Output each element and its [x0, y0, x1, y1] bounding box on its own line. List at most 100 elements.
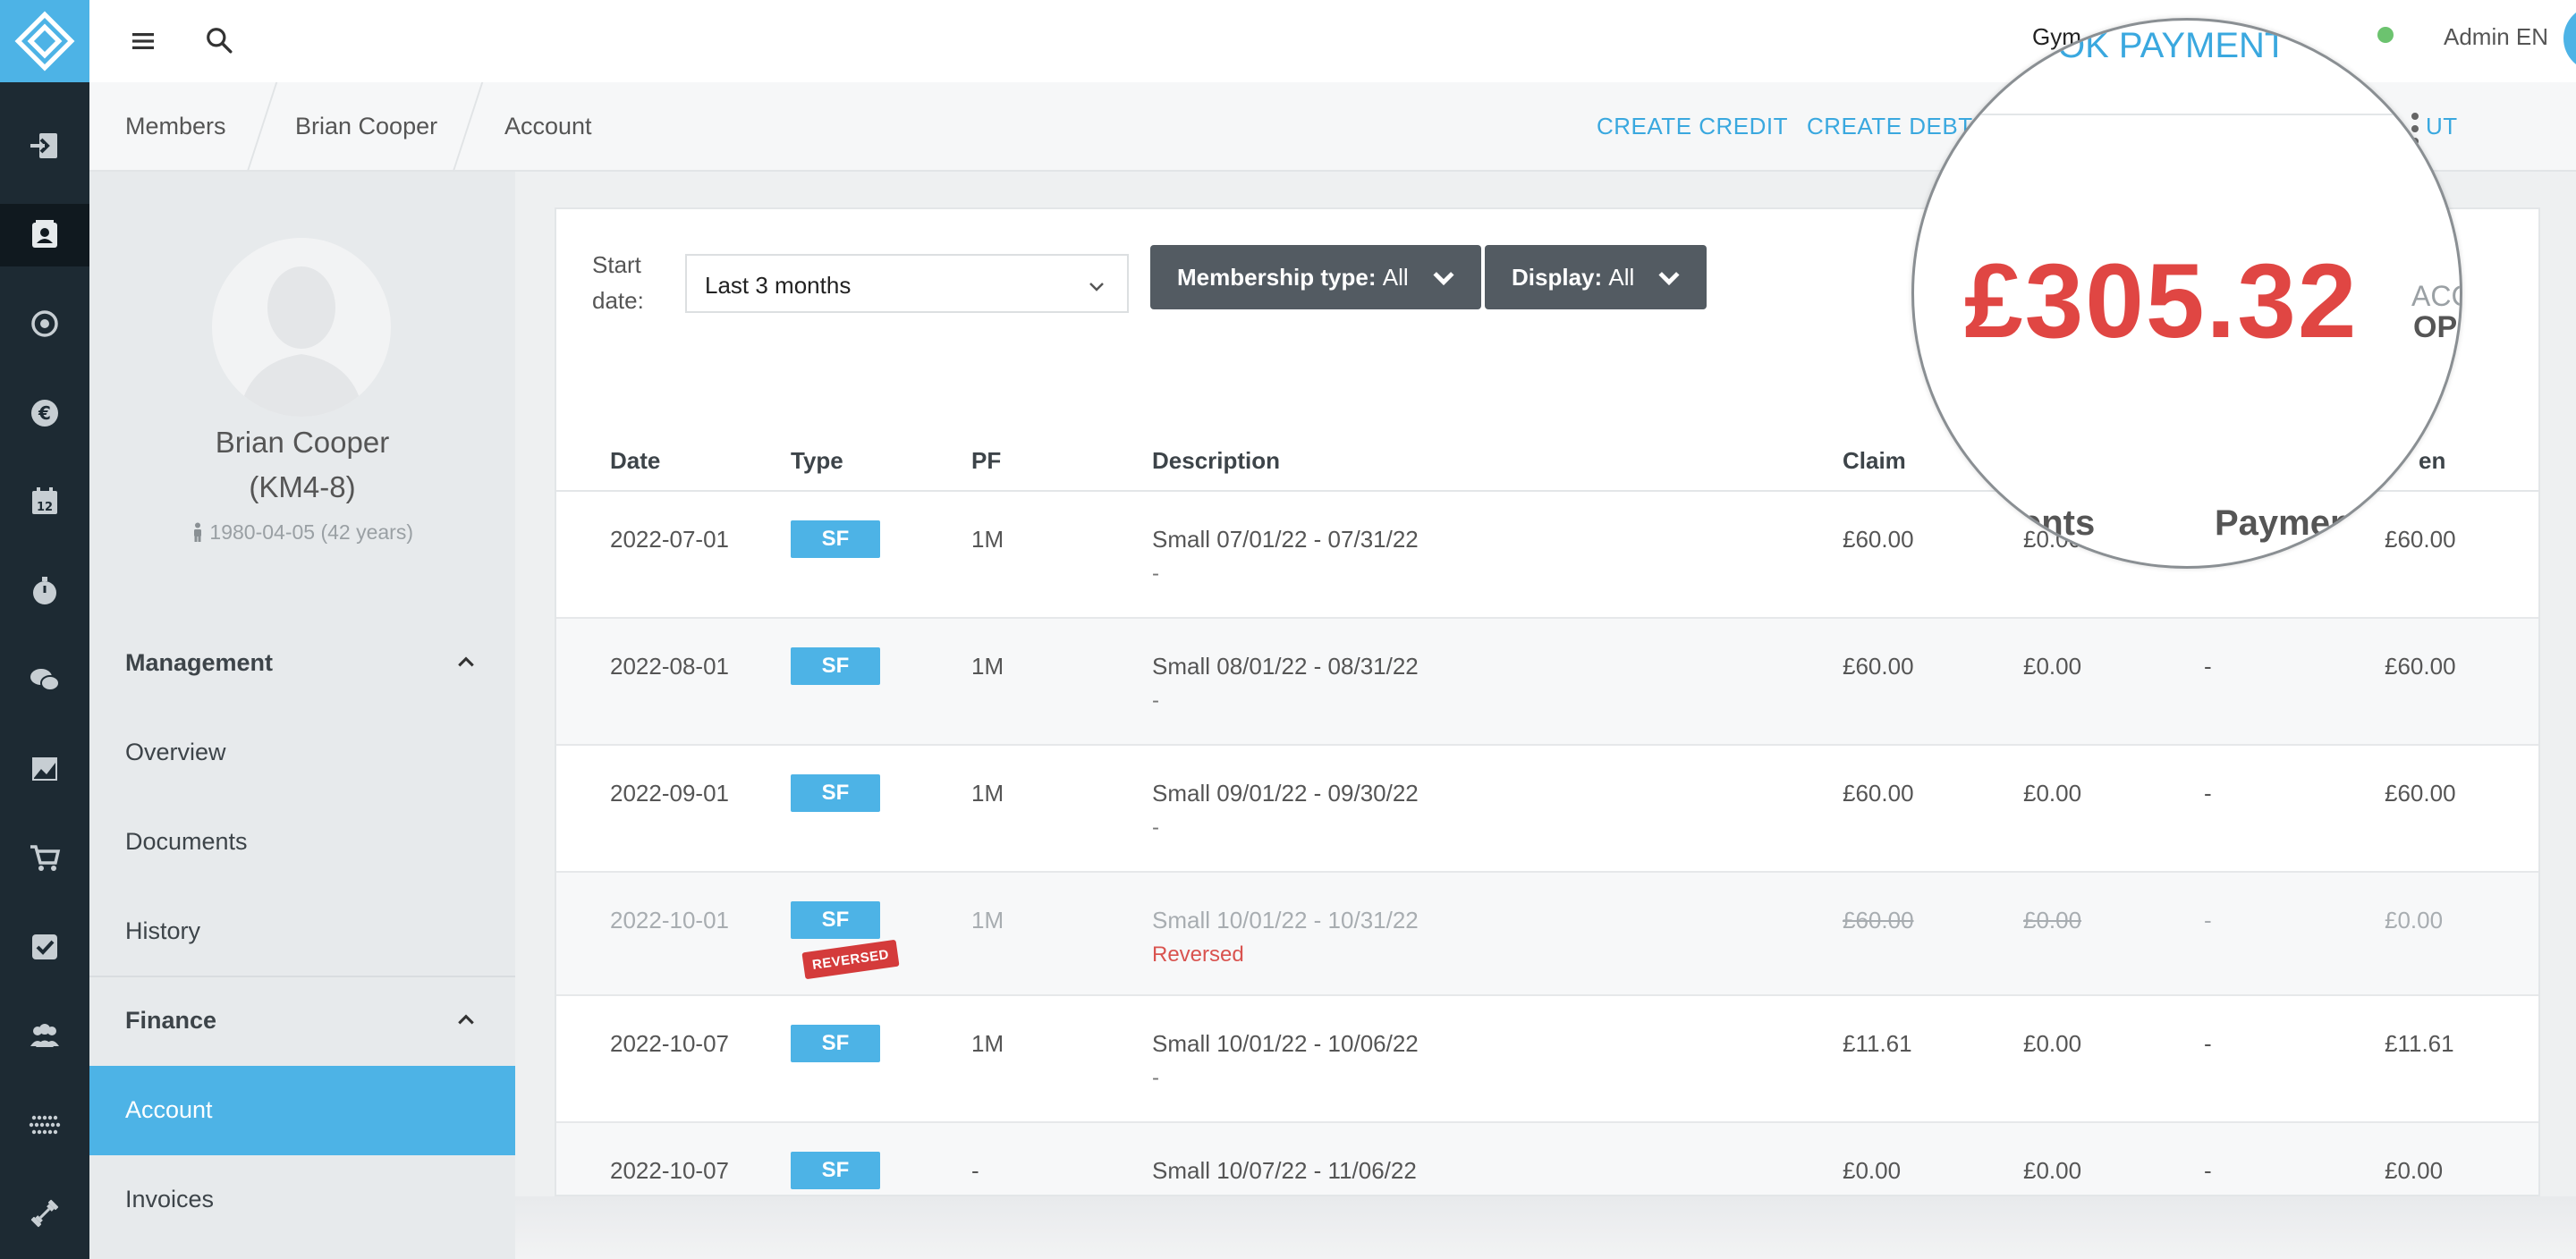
reversed-badge: REVERSED: [801, 939, 900, 980]
rail-settings[interactable]: [0, 292, 89, 355]
table-row[interactable]: 2022-10-07 SF 1M Small 10/01/22 - 10/06/…: [556, 996, 2538, 1123]
rail-equipment[interactable]: [0, 1182, 89, 1245]
row-date: 2022-10-01: [610, 907, 729, 934]
col-type[interactable]: Type: [791, 447, 843, 475]
table-row-reversed[interactable]: 2022-10-01 SF REVERSED 1M Small 10/01/22…: [556, 873, 2538, 996]
rail-messages[interactable]: [0, 648, 89, 711]
row-pf: 1M: [971, 907, 1004, 934]
page-bottom-fade: [515, 1196, 2576, 1259]
dots-grid-icon: [29, 1115, 61, 1135]
row-open: £0.00: [2385, 907, 2444, 934]
finance-section-header[interactable]: Finance: [125, 1007, 216, 1035]
rail-tasks[interactable]: [0, 916, 89, 978]
management-section-header[interactable]: Management: [125, 649, 273, 677]
col-claim[interactable]: Claim: [1843, 447, 1906, 475]
menu-documents[interactable]: Documents: [125, 828, 248, 856]
search-button[interactable]: [199, 20, 240, 61]
checkout-button[interactable]: UT: [2426, 113, 2458, 140]
menu-history[interactable]: History: [125, 917, 200, 945]
menu-toggle-button[interactable]: [123, 21, 163, 61]
breadcrumb-members[interactable]: Members: [125, 113, 226, 140]
user-avatar[interactable]: AE: [2563, 5, 2576, 72]
row-description: Small 09/01/22 - 09/30/22: [1152, 780, 1419, 807]
lens-divider: [1914, 114, 2460, 115]
row-description: Small 10/01/22 - 10/06/22: [1152, 1030, 1419, 1057]
membership-type-key: Membership type:: [1177, 263, 1377, 291]
open-balance-amount: £305.32: [1964, 242, 2359, 360]
birthdate-text: 1980-04-05 (42 years): [209, 520, 413, 544]
rail-shop[interactable]: [0, 826, 89, 889]
rail-groups[interactable]: [0, 1004, 89, 1067]
row-payment: -: [2204, 907, 2212, 934]
row-pf: 1M: [971, 653, 1004, 680]
app-rail: € 12: [0, 0, 89, 1259]
row-reversed-note: Reversed: [1152, 942, 1244, 967]
app-logo[interactable]: [0, 0, 89, 82]
menu-account-label: Account: [125, 1096, 213, 1123]
row-note: -: [1152, 562, 1159, 586]
table-row[interactable]: 2022-10-07 SF - Small 10/07/22 - 11/06/2…: [556, 1123, 2538, 1195]
chevron-down-icon: [1089, 283, 1104, 292]
type-badge: SF: [791, 774, 880, 812]
col-open[interactable]: en: [2419, 447, 2445, 475]
row-pf: 1M: [971, 526, 1004, 553]
table-row[interactable]: 2022-08-01 SF 1M Small 08/01/22 - 08/31/…: [556, 619, 2538, 746]
sign-in-icon: [30, 133, 57, 158]
rail-members[interactable]: [0, 204, 89, 266]
rail-timer[interactable]: [0, 560, 89, 622]
type-badge: SF: [791, 1025, 880, 1062]
row-open: £0.00: [2385, 1157, 2444, 1184]
checkbox-icon: [32, 934, 57, 959]
display-filter[interactable]: Display: All: [1485, 245, 1707, 309]
cart-icon: [30, 845, 61, 871]
row-note: -: [1152, 815, 1159, 840]
rail-calendar[interactable]: 12: [0, 470, 89, 533]
col-pf[interactable]: PF: [971, 447, 1001, 475]
ok-payment-button[interactable]: OK PAYMENT: [2057, 26, 2286, 66]
rail-reports[interactable]: [0, 738, 89, 800]
start-date-value: Last 3 months: [705, 272, 852, 299]
person-icon: [194, 522, 202, 542]
calendar-icon: 12: [32, 487, 57, 514]
display-value: All: [1608, 263, 1635, 291]
target-icon: [31, 310, 58, 337]
row-adjustment: £0.00: [2023, 780, 2082, 807]
col-description[interactable]: Description: [1152, 447, 1280, 475]
table-row[interactable]: 2022-09-01 SF 1M Small 09/01/22 - 09/30/…: [556, 746, 2538, 873]
svg-text:12: 12: [37, 501, 53, 514]
member-name: Brian Cooper: [215, 426, 390, 459]
start-date-select[interactable]: Last 3 months: [685, 254, 1129, 313]
admin-name[interactable]: Admin EN: [2444, 23, 2548, 51]
rail-finance[interactable]: €: [0, 382, 89, 444]
contact-card-icon: [32, 220, 57, 248]
membership-type-filter[interactable]: Membership type: All: [1150, 245, 1481, 309]
member-avatar: [212, 238, 391, 417]
rail-keypad[interactable]: [0, 1094, 89, 1156]
breadcrumb-member-name[interactable]: Brian Cooper: [295, 113, 437, 140]
display-key: Display:: [1512, 263, 1603, 291]
menu-overview[interactable]: Overview: [125, 739, 226, 766]
row-date: 2022-09-01: [610, 780, 729, 807]
row-adjustment: £0.00: [2023, 1030, 2082, 1057]
create-credit-button[interactable]: CREATE CREDIT: [1597, 113, 1788, 140]
row-open: £11.61: [2385, 1030, 2454, 1057]
member-sidebar: Brian Cooper (KM4-8) 1980-04-05 (42 year…: [89, 172, 515, 1259]
row-claim: £60.00: [1843, 526, 1914, 553]
menu-invoices[interactable]: Invoices: [125, 1186, 214, 1213]
type-badge: SF: [791, 901, 880, 939]
chevron-up-icon[interactable]: [456, 652, 476, 672]
col-date[interactable]: Date: [610, 447, 660, 475]
row-open: £60.00: [2385, 526, 2456, 553]
menu-divider: [89, 976, 515, 977]
adjustments-header-fragment: ents: [2021, 503, 2096, 543]
stopwatch-icon: [33, 577, 56, 604]
row-date: 2022-10-07: [610, 1157, 729, 1184]
chevron-up-icon[interactable]: [456, 1010, 476, 1029]
breadcrumb-account: Account: [504, 113, 592, 139]
row-payment: -: [2204, 1157, 2212, 1184]
row-date: 2022-10-07: [610, 1030, 729, 1057]
row-date: 2022-08-01: [610, 653, 729, 680]
row-pf: 1M: [971, 780, 1004, 807]
rail-checkin[interactable]: [0, 114, 89, 177]
menu-account[interactable]: Account: [89, 1066, 515, 1155]
